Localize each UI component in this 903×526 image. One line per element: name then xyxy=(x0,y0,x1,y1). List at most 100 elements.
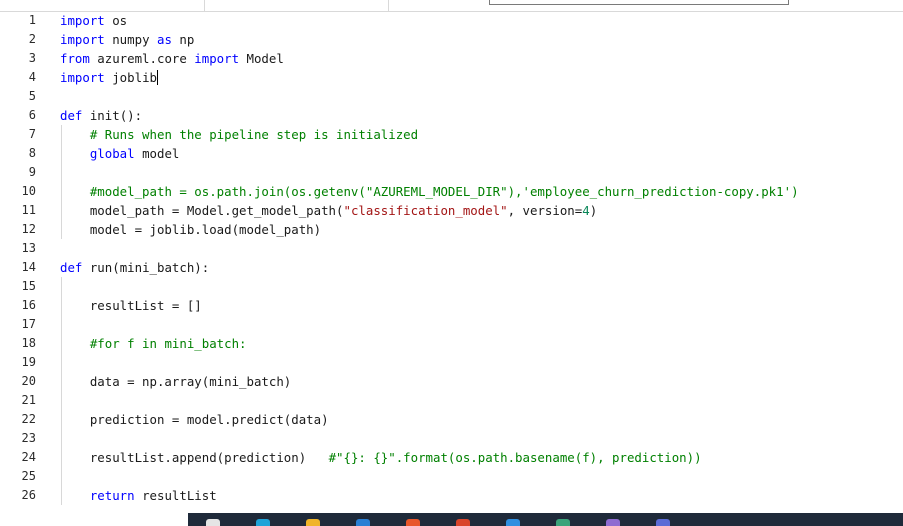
line-number-gutter: 20 xyxy=(0,372,40,391)
code-editor[interactable]: 1 import os 2 import numpy as np 3 from azure… xyxy=(0,11,903,511)
taskbar-app-icon-6[interactable] xyxy=(456,519,470,526)
code-line[interactable]: 17 xyxy=(0,315,903,334)
code-token: from xyxy=(60,51,90,66)
line-number: 22 xyxy=(21,412,36,426)
indent-guide xyxy=(61,163,62,182)
code-text[interactable]: return resultList xyxy=(60,486,217,505)
taskbar-app-icon-1[interactable] xyxy=(206,519,220,526)
code-line[interactable]: 25 xyxy=(0,467,903,486)
code-line[interactable]: 23 xyxy=(0,429,903,448)
code-line[interactable]: 22 prediction = model.predict(data) xyxy=(0,410,903,429)
code-line[interactable]: 13 xyxy=(0,239,903,258)
code-token: as xyxy=(156,32,172,47)
code-text[interactable]: def run(mini_batch): xyxy=(60,258,209,277)
line-number: 7 xyxy=(28,127,36,141)
code-line[interactable]: 1 import os xyxy=(0,11,903,30)
taskbar-app-icon-10[interactable] xyxy=(656,519,670,526)
code-line[interactable]: 24 resultList.append(prediction) #"{}: {… xyxy=(0,448,903,467)
code-line[interactable]: 8 global model xyxy=(0,144,903,163)
taskbar-app-icon-3[interactable] xyxy=(306,519,320,526)
code-text[interactable]: import numpy as np xyxy=(60,30,194,49)
code-line[interactable]: 19 xyxy=(0,353,903,372)
code-line[interactable]: 26 return resultList xyxy=(0,486,903,505)
code-token: Model xyxy=(239,51,284,66)
taskbar-app-icon-5[interactable] xyxy=(406,519,420,526)
code-token: np xyxy=(171,32,195,47)
code-line[interactable]: 5 xyxy=(0,87,903,106)
code-line[interactable]: 6 def init(): xyxy=(0,106,903,125)
code-text[interactable]: model = joblib.load(model_path) xyxy=(60,220,321,239)
code-token: data = np.array(mini_batch) xyxy=(60,374,292,389)
code-text[interactable]: prediction = model.predict(data) xyxy=(60,410,329,429)
line-number-gutter: 24 xyxy=(0,448,40,467)
code-text[interactable]: from azureml.core import Model xyxy=(60,49,284,68)
code-text[interactable]: #for f in mini_batch: xyxy=(60,334,247,353)
code-text[interactable]: #model_path = os.path.join(os.getenv("AZ… xyxy=(60,182,799,201)
code-line[interactable]: 3 from azureml.core import Model xyxy=(0,49,903,68)
line-number: 1 xyxy=(28,13,36,27)
line-number: 9 xyxy=(28,165,36,179)
line-number-gutter: 25 xyxy=(0,467,40,486)
line-number-gutter: 1 xyxy=(0,11,40,30)
code-token: prediction = model.predict(data) xyxy=(60,412,329,427)
code-text[interactable]: import os xyxy=(60,11,127,30)
line-number-gutter: 9 xyxy=(0,163,40,182)
code-line[interactable]: 15 xyxy=(0,277,903,296)
code-text[interactable]: def init(): xyxy=(60,106,142,125)
taskbar-app-icon-4[interactable] xyxy=(356,519,370,526)
code-line[interactable]: 12 model = joblib.load(model_path) xyxy=(0,220,903,239)
taskbar-app-icon-2[interactable] xyxy=(256,519,270,526)
code-line[interactable]: 4 import joblib xyxy=(0,68,903,87)
line-number: 21 xyxy=(21,393,36,407)
code-line[interactable]: 18 #for f in mini_batch: xyxy=(0,334,903,353)
line-number: 5 xyxy=(28,89,36,103)
line-number-gutter: 3 xyxy=(0,49,40,68)
code-text[interactable]: # Runs when the pipeline step is initial… xyxy=(60,125,418,144)
code-text[interactable]: resultList = [] xyxy=(60,296,202,315)
code-token: def xyxy=(60,108,83,123)
code-text[interactable]: model_path = Model.get_model_path("class… xyxy=(60,201,597,220)
code-token: #for f in mini_batch: xyxy=(89,336,247,351)
line-number: 6 xyxy=(28,108,36,122)
code-token: azureml.core xyxy=(89,51,195,66)
code-line[interactable]: 14 def run(mini_batch): xyxy=(0,258,903,277)
taskbar-app-icon-8[interactable] xyxy=(556,519,570,526)
code-text[interactable]: resultList.append(prediction) #"{}: {}".… xyxy=(60,448,702,467)
code-text[interactable]: data = np.array(mini_batch) xyxy=(60,372,291,391)
line-number-gutter: 4 xyxy=(0,68,40,87)
line-number-gutter: 8 xyxy=(0,144,40,163)
code-token: resultList = [] xyxy=(60,298,202,313)
line-number: 12 xyxy=(21,222,36,236)
line-number: 18 xyxy=(21,336,36,350)
code-line[interactable]: 2 import numpy as np xyxy=(0,30,903,49)
code-line[interactable]: 7 # Runs when the pipeline step is initi… xyxy=(0,125,903,144)
indent-guide xyxy=(61,467,62,486)
code-token: ) xyxy=(589,203,598,218)
line-number: 4 xyxy=(28,70,36,84)
code-line[interactable]: 9 xyxy=(0,163,903,182)
code-token: def xyxy=(60,260,83,275)
code-text[interactable]: global model xyxy=(60,144,180,163)
code-line[interactable]: 16 resultList = [] xyxy=(0,296,903,315)
line-number: 23 xyxy=(21,431,36,445)
code-token: 4 xyxy=(582,203,590,218)
code-line[interactable]: 21 xyxy=(0,391,903,410)
code-line[interactable]: 11 model_path = Model.get_model_path("cl… xyxy=(0,201,903,220)
line-number: 10 xyxy=(21,184,36,198)
code-line[interactable]: 10 #model_path = os.path.join(os.getenv(… xyxy=(0,182,903,201)
indent-guide xyxy=(61,429,62,448)
line-number: 19 xyxy=(21,355,36,369)
line-number-gutter: 6 xyxy=(0,106,40,125)
code-line[interactable]: 20 data = np.array(mini_batch) xyxy=(0,372,903,391)
line-number-gutter: 22 xyxy=(0,410,40,429)
line-number-gutter: 12 xyxy=(0,220,40,239)
line-number-gutter: 18 xyxy=(0,334,40,353)
line-number: 25 xyxy=(21,469,36,483)
code-token: return xyxy=(89,488,135,503)
taskbar-app-icon-7[interactable] xyxy=(506,519,520,526)
code-text[interactable]: import joblib xyxy=(60,68,158,87)
toolbar-input[interactable] xyxy=(489,0,789,5)
line-number: 15 xyxy=(21,279,36,293)
taskbar-app-icon-9[interactable] xyxy=(606,519,620,526)
line-number-gutter: 16 xyxy=(0,296,40,315)
